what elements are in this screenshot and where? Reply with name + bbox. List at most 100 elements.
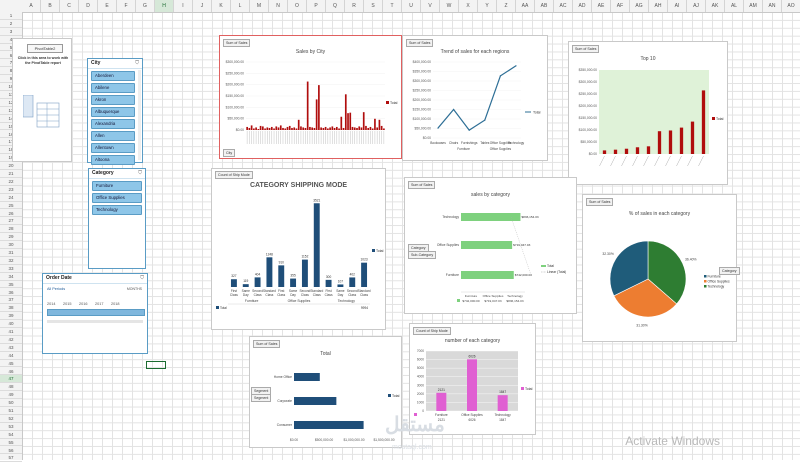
row-header-54[interactable]: 54 (0, 431, 22, 439)
column-header-ao[interactable]: AO (782, 0, 800, 12)
timeline-order-date[interactable]: Order Date ⛉ All Periods MONTHS 2014 2015 2… (42, 273, 148, 354)
row-header-41[interactable]: 41 (0, 328, 22, 336)
timeline-year[interactable]: 2017 (95, 302, 103, 306)
row-header-44[interactable]: 44 (0, 352, 22, 360)
slicer-item[interactable]: Abilene (91, 82, 135, 93)
row-header-3[interactable]: 3 (0, 28, 22, 36)
row-header-37[interactable]: 37 (0, 296, 22, 305)
row-header-32[interactable]: 32 (0, 257, 22, 265)
row-header-40[interactable]: 40 (0, 320, 22, 328)
slicer-item[interactable]: Allen (91, 130, 135, 141)
column-header-j[interactable]: J (193, 0, 212, 12)
column-header-q[interactable]: Q (326, 0, 345, 12)
slicer-item[interactable]: Akron (91, 94, 135, 105)
row-header-52[interactable]: 52 (0, 415, 22, 423)
slicer-item[interactable]: Furniture (92, 180, 142, 191)
column-header-r[interactable]: R (345, 0, 364, 12)
chart-pct-sales-category[interactable]: Sum of Sales % of sales in each category… (582, 194, 740, 342)
row-header-34[interactable]: 34 (0, 273, 22, 281)
row-header-50[interactable]: 50 (0, 399, 22, 407)
row-header-49[interactable]: 49 (0, 391, 22, 400)
row-header-55[interactable]: 55 (0, 439, 22, 447)
timeline-year[interactable]: 2016 (79, 302, 87, 306)
column-header-e[interactable]: E (98, 0, 117, 12)
active-cell[interactable] (146, 361, 166, 369)
column-header-al[interactable]: AL (725, 0, 744, 12)
row-header-36[interactable]: 36 (0, 289, 22, 297)
column-header-v[interactable]: V (421, 0, 440, 12)
row-header-20[interactable]: 20 (0, 162, 22, 170)
column-header-p[interactable]: P (307, 0, 326, 12)
row-header-56[interactable]: 56 (0, 447, 22, 455)
slicer-item[interactable]: Aberdeen (91, 70, 135, 81)
field-button-count-of-ship-mode[interactable]: Count of Ship Mode (215, 171, 253, 179)
row-header-28[interactable]: 28 (0, 225, 22, 234)
column-header-l[interactable]: L (231, 0, 250, 12)
row-header-33[interactable]: 33 (0, 265, 22, 273)
slicer-item[interactable]: Office Supplies (92, 192, 142, 203)
row-header-51[interactable]: 51 (0, 407, 22, 415)
column-header-am[interactable]: AM (744, 0, 763, 12)
slicer-item[interactable]: Alexandria (91, 118, 135, 129)
column-header-s[interactable]: S (364, 0, 383, 12)
slicer-city-scrollbar[interactable] (138, 70, 141, 160)
column-header-aa[interactable]: AA (516, 0, 535, 12)
column-header-ae[interactable]: AE (592, 0, 611, 12)
row-header-53[interactable]: 53 (0, 423, 22, 431)
row-header-48[interactable]: 48 (0, 383, 22, 392)
column-header-d[interactable]: D (79, 0, 98, 12)
pivot-table-area[interactable]: PivotTable2 Click in this area to work w… (12, 38, 72, 162)
chart-top-10[interactable]: Sum of Sales Top 10 $350,000.00 $300,000.… (568, 41, 728, 185)
field-button-category[interactable]: Category (719, 267, 740, 275)
row-header-35[interactable]: 35 (0, 281, 22, 289)
column-header-z[interactable]: Z (497, 0, 516, 12)
row-header-42[interactable]: 42 (0, 336, 22, 344)
column-header-af[interactable]: AF (611, 0, 630, 12)
column-header-y[interactable]: Y (478, 0, 497, 12)
row-header-57[interactable]: 57 (0, 454, 22, 462)
column-header-c[interactable]: C (60, 0, 79, 12)
chart-trend-by-region[interactable]: Sum of Sales Trend of sales for each reg… (402, 35, 548, 161)
row-header-29[interactable]: 29 (0, 233, 22, 242)
column-header-w[interactable]: W (440, 0, 459, 12)
column-header-ak[interactable]: AK (706, 0, 725, 12)
column-headers[interactable]: A B C D E F G H I J K L M N O P Q R S T U V W X Y Z AA AB AC AD AE AF AG… (0, 0, 800, 13)
row-header-38[interactable]: 38 (0, 304, 22, 313)
field-button-sum-of-sales[interactable]: Sum of Sales (406, 39, 434, 47)
column-header-u[interactable]: U (402, 0, 421, 12)
row-header-27[interactable]: 27 (0, 217, 22, 226)
column-header-h[interactable]: H (155, 0, 174, 12)
timeline-year[interactable]: 2015 (63, 302, 71, 306)
column-header-ad[interactable]: AD (573, 0, 592, 12)
field-button-count-of-sales[interactable]: Count of Ship Mode (413, 327, 451, 335)
row-header-21[interactable]: 21 (0, 170, 22, 178)
chart-sales-by-category[interactable]: Sum of Sales sales by category Category … (404, 177, 577, 314)
column-header-a[interactable]: A (22, 0, 41, 12)
column-header-ai[interactable]: AI (668, 0, 687, 12)
row-header-2[interactable]: 2 (0, 20, 22, 28)
column-header-i[interactable]: I (174, 0, 193, 12)
column-header-k[interactable]: K (212, 0, 231, 12)
row-header-45[interactable]: 45 (0, 360, 22, 368)
field-button-sum-of-sales[interactable]: Sum of Sales (223, 39, 251, 47)
column-header-f[interactable]: F (117, 0, 136, 12)
row-header-30[interactable]: 30 (0, 241, 22, 249)
filter-clear-icon[interactable]: ⛉ (140, 274, 144, 283)
timeline-bar[interactable] (47, 309, 145, 316)
column-header-ab[interactable]: AB (535, 0, 554, 12)
row-header-43[interactable]: 43 (0, 344, 22, 352)
column-header-x[interactable]: X (459, 0, 478, 12)
timeline-year[interactable]: 2014 (47, 302, 55, 306)
timeline-level[interactable]: MONTHS (127, 287, 142, 291)
filter-clear-icon[interactable]: ⛉ (138, 169, 142, 178)
column-header-ah[interactable]: AH (649, 0, 668, 12)
column-header-b[interactable]: B (41, 0, 60, 12)
field-button-city[interactable]: City (223, 149, 236, 157)
column-header-t[interactable]: T (383, 0, 402, 12)
slicer-item[interactable]: Albuquerque (91, 106, 135, 117)
slicer-category[interactable]: Category ⛉ Furniture Office Supplies Techno… (88, 168, 146, 269)
filter-clear-icon[interactable]: ⛉ (135, 59, 139, 68)
slicer-item[interactable]: Altoona (91, 154, 135, 165)
row-header-22[interactable]: 22 (0, 178, 22, 186)
row-header-46[interactable]: 46 (0, 368, 22, 376)
